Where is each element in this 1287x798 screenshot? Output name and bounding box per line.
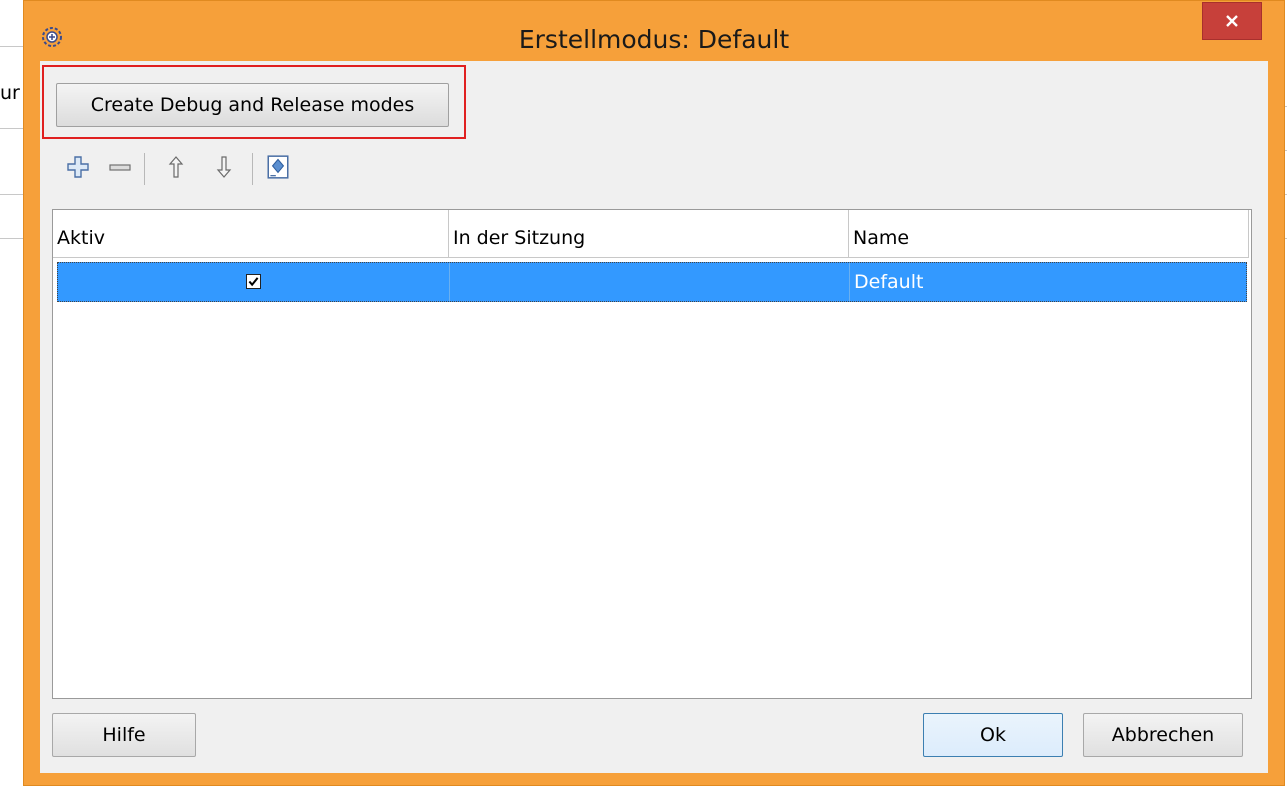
- cell-aktiv: [58, 263, 450, 301]
- background-window-text: ur: [0, 82, 20, 104]
- dialog-title: Erstellmodus: Default: [518, 25, 790, 54]
- create-debug-release-button[interactable]: Create Debug and Release modes: [56, 83, 449, 127]
- move-down-icon[interactable]: [206, 149, 242, 185]
- table-row[interactable]: Default: [57, 262, 1247, 302]
- cell-in-der-sitzung: [450, 263, 850, 301]
- dialog-content: Create Debug and Release modes Aktiv In …: [40, 61, 1268, 773]
- column-header-aktiv[interactable]: Aktiv: [53, 210, 449, 258]
- build-modes-table: Aktiv In der Sitzung Name Default: [52, 209, 1252, 699]
- mode-toolbar: [56, 149, 456, 189]
- background-divider: [0, 46, 23, 47]
- title-bar[interactable]: Erstellmodus: Default: [24, 1, 1284, 61]
- move-up-icon[interactable]: [158, 149, 194, 185]
- edit-mode-icon[interactable]: [260, 149, 296, 185]
- close-icon: [1226, 15, 1238, 27]
- checkmark-icon: [248, 277, 259, 287]
- table-header: Aktiv In der Sitzung Name: [53, 210, 1251, 258]
- remove-icon[interactable]: [102, 149, 138, 185]
- column-header-name[interactable]: Name: [849, 210, 1249, 258]
- toolbar-separator: [144, 153, 145, 185]
- ok-button[interactable]: Ok: [923, 713, 1063, 757]
- background-divider: [0, 238, 23, 239]
- cancel-button[interactable]: Abbrechen: [1083, 713, 1243, 757]
- build-mode-dialog: Erstellmodus: Default Create Debug and R…: [23, 0, 1285, 786]
- help-button[interactable]: Hilfe: [52, 713, 196, 757]
- column-header-in-der-sitzung[interactable]: In der Sitzung: [449, 210, 849, 258]
- close-button[interactable]: [1202, 2, 1262, 40]
- add-icon[interactable]: [60, 149, 96, 185]
- cell-name: Default: [854, 271, 924, 293]
- background-divider: [0, 128, 23, 129]
- background-divider: [0, 194, 23, 195]
- aktiv-checkbox[interactable]: [246, 274, 261, 289]
- toolbar-separator: [252, 153, 253, 185]
